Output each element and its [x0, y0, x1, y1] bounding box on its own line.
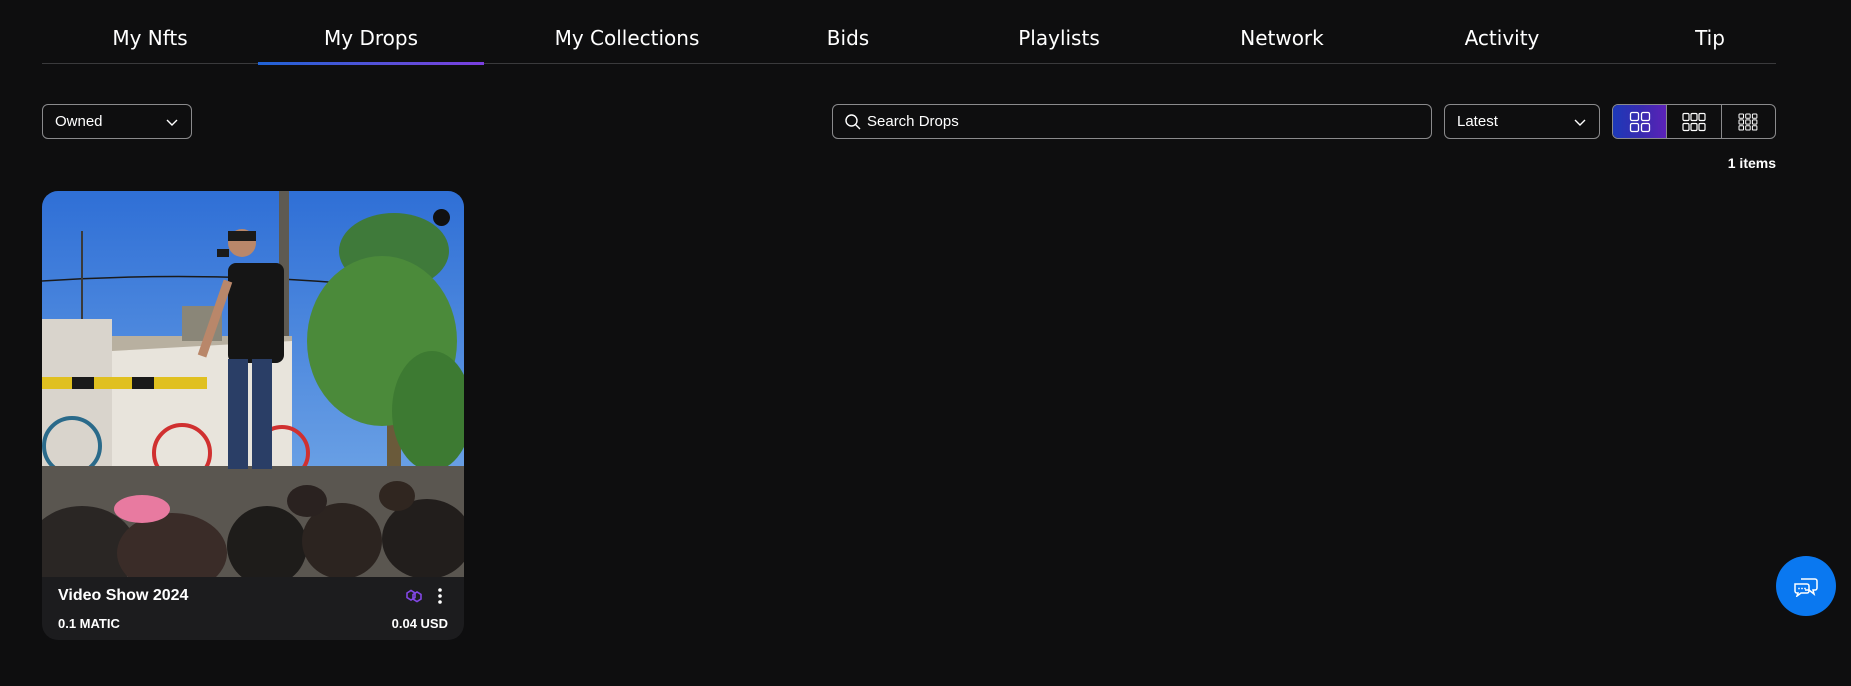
small-grid-icon	[1738, 113, 1758, 130]
drop-card[interactable]: Video Show 2024 0.1 MATIC 0.04 USD	[42, 191, 464, 640]
tab-network[interactable]: Network	[1227, 26, 1337, 63]
medium-grid-view-button[interactable]	[1667, 105, 1722, 138]
tab-my-nfts[interactable]: My Nfts	[90, 26, 210, 63]
drop-price-usd: 0.04 USD	[391, 616, 448, 631]
ownership-dropdown-value: Owned	[55, 113, 103, 130]
small-grid-view-button[interactable]	[1722, 105, 1775, 138]
more-options-icon[interactable]	[432, 587, 448, 605]
polygon-icon	[406, 589, 422, 603]
item-count: 1 items	[1727, 155, 1776, 171]
medium-grid-icon	[1682, 112, 1706, 131]
chevron-down-icon	[1574, 119, 1586, 126]
search-box[interactable]	[832, 104, 1432, 139]
media-status-dot	[433, 209, 450, 226]
drop-title: Video Show 2024	[58, 587, 189, 604]
tab-playlists[interactable]: Playlists	[1004, 26, 1114, 63]
chevron-down-icon	[166, 119, 178, 126]
tab-my-drops[interactable]: My Drops	[258, 26, 484, 65]
tab-activity[interactable]: Activity	[1452, 26, 1552, 63]
large-grid-icon	[1629, 111, 1650, 132]
page: My Nfts My Drops My Collections Bids Pla…	[0, 0, 1851, 686]
search-icon	[845, 114, 861, 130]
tab-my-collections[interactable]: My Collections	[542, 26, 712, 63]
sort-dropdown[interactable]: Latest	[1444, 104, 1600, 139]
tab-bids[interactable]: Bids	[812, 26, 884, 63]
large-grid-view-button[interactable]	[1613, 105, 1668, 138]
search-input[interactable]	[867, 105, 1417, 138]
drop-price-crypto: 0.1 MATIC	[58, 616, 120, 631]
chat-button[interactable]	[1776, 556, 1836, 616]
view-mode-toggle	[1612, 104, 1776, 139]
chat-icon	[1794, 578, 1818, 597]
profile-tabs: My Nfts My Drops My Collections Bids Pla…	[42, 26, 1776, 65]
drop-video-thumbnail[interactable]	[42, 191, 464, 577]
sort-dropdown-value: Latest	[1457, 113, 1498, 130]
tab-tip[interactable]: Tip	[1682, 26, 1738, 63]
ownership-dropdown[interactable]: Owned	[42, 104, 192, 139]
concert-scene-image	[42, 191, 464, 577]
